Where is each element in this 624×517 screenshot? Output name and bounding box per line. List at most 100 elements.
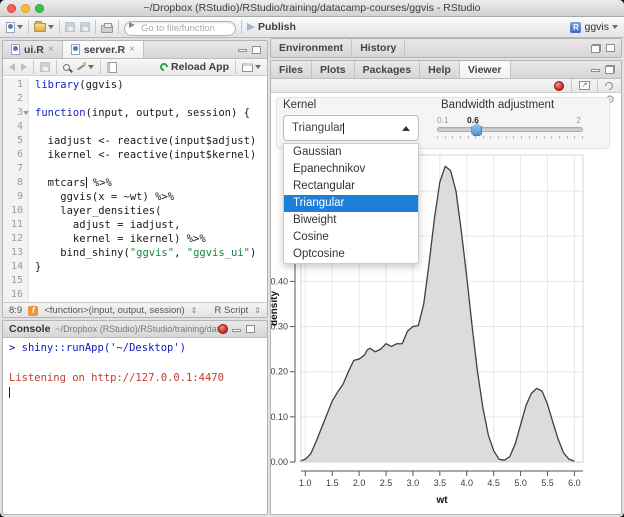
restore-pane-icon[interactable] [591,43,601,53]
tab-label: Viewer [467,63,502,76]
zoom-window-button[interactable] [35,4,44,13]
goto-file-input[interactable] [124,21,236,36]
stop-app-icon[interactable] [554,80,564,91]
close-window-button[interactable] [7,4,16,13]
svg-text:3.5: 3.5 [434,478,447,488]
minimize-window-button[interactable] [21,4,30,13]
tab-environment[interactable]: Environment [271,39,353,57]
stop-icon[interactable] [218,324,228,334]
minimize-pane-icon[interactable] [238,49,247,52]
toolbar-separator [118,20,119,34]
restore-pane-icon[interactable] [605,65,615,74]
console-title[interactable]: Console [9,323,50,335]
maximize-pane-icon[interactable] [252,45,261,54]
reload-app-label: Reload App [171,61,229,73]
code-line[interactable]: 11 adjust = iadjust, [3,218,267,232]
save-button[interactable] [65,22,75,32]
minimize-pane-icon[interactable] [591,69,600,72]
close-tab-icon[interactable]: × [129,44,135,55]
code-line[interactable]: 8 mtcars %>% [3,176,267,190]
tab-server-r[interactable]: server.R × [62,41,144,58]
kernel-dropdown: Gaussian Epanechnikov Rectangular Triangula… [283,143,419,264]
code-editor[interactable]: 1 library(ggvis) 2 3 function(input, output,… [3,76,267,302]
publish-button[interactable]: Publish [247,21,296,33]
code-line[interactable]: 3 function(input, output, session) { [3,106,267,120]
code-line[interactable]: 10 layer_densities( [3,204,267,218]
code-text: library(ggvis) [35,79,124,91]
code-line[interactable]: 5 iadjust <- reactive(input$adjust) [3,134,267,148]
code-line[interactable]: 1 library(ggvis) [3,78,267,92]
code-line[interactable]: 9 ggvis(x = ~wt) %>% [3,190,267,204]
open-in-new-window-icon[interactable]: ↗ [579,81,590,90]
code-text: bind_shiny("ggvis", "ggvis_ui") [35,247,257,259]
file-type-selector[interactable]: R Script [215,305,249,316]
maximize-pane-icon[interactable] [606,44,615,52]
kernel-select[interactable]: Triangular [283,115,419,141]
compile-notebook-icon[interactable] [107,61,117,73]
code-tools-button[interactable] [76,62,94,72]
code-line[interactable]: 4 [3,120,267,134]
code-line[interactable]: 6 ikernel <- reactive(input$kernel) [3,148,267,162]
slider-min-label: 0.1 [437,115,449,125]
console-working-directory: ~/Dropbox (RStudio)/RStudio/training/dat… [55,324,225,334]
toolbar-separator [59,20,60,34]
slider-track[interactable] [437,127,583,132]
panel-icon [242,62,253,72]
tab-files[interactable]: Files [271,61,312,78]
kernel-option[interactable]: Rectangular [284,178,418,195]
publish-icon [247,23,255,31]
code-line[interactable]: 12 kernel = ikernel) %>% [3,232,267,246]
open-file-button[interactable] [34,20,54,32]
viewer-pane: Files Plots Packages Help Viewer ↗ ⚙ Ker… [270,60,622,515]
code-line[interactable]: 2 [3,92,267,106]
line-number: 13 [3,246,29,260]
forward-icon[interactable] [21,63,27,71]
bandwidth-slider[interactable]: 0.1 0.6 2 [437,115,583,143]
kernel-option[interactable]: Optcosine [284,246,418,263]
main-toolbar: Publish R ggvis [0,17,624,38]
save-all-button[interactable] [80,22,90,32]
back-icon[interactable] [9,63,15,71]
close-tab-icon[interactable]: × [48,44,54,55]
scope-selector[interactable]: <function>(input, output, session) [44,305,184,316]
print-button[interactable] [101,22,113,33]
kernel-option[interactable]: Biweight [284,212,418,229]
reload-app-button[interactable]: Reload App [158,61,229,73]
save-source-button[interactable] [40,62,50,72]
project-icon: R [570,21,582,33]
tab-plots[interactable]: Plots [312,61,355,78]
fold-icon[interactable] [23,111,29,115]
editor-toolbar: Reload App [3,59,267,76]
console-output[interactable]: > shiny::runApp('~/Desktop') Listening o… [3,338,267,404]
kernel-option[interactable]: Gaussian [284,144,418,161]
project-menu-button[interactable]: R ggvis [570,21,618,33]
minimize-pane-icon[interactable] [232,328,241,332]
code-line[interactable]: 13 bind_shiny("ggvis", "ggvis_ui") [3,246,267,260]
toolbar-separator [95,20,96,34]
find-icon[interactable] [63,63,70,71]
svg-text:density: density [271,291,280,326]
code-line[interactable]: 15 [3,274,267,288]
line-number: 6 [3,148,29,162]
source-tab-bar: ui.R × server.R × [3,41,267,59]
pane-buttons [232,325,261,333]
kernel-option[interactable]: Triangular [284,195,418,212]
code-line[interactable]: 14} [3,260,267,274]
tab-history[interactable]: History [352,39,406,57]
kernel-option[interactable]: Cosine [284,229,418,246]
tab-packages[interactable]: Packages [355,61,421,78]
tab-viewer[interactable]: Viewer [459,61,511,78]
code-line[interactable]: 16 [3,288,267,302]
run-options-button[interactable] [242,62,261,72]
refresh-icon[interactable] [603,79,615,92]
chevron-down-icon [255,65,261,69]
toolbar-separator [33,60,34,74]
tab-ui-r[interactable]: ui.R × [3,41,63,58]
svg-text:5.5: 5.5 [541,478,554,488]
tab-help[interactable]: Help [420,61,460,78]
maximize-pane-icon[interactable] [246,325,255,333]
kernel-option[interactable]: Epanechnikov [284,161,418,178]
code-line[interactable]: 7 [3,162,267,176]
new-file-button[interactable] [6,21,23,33]
